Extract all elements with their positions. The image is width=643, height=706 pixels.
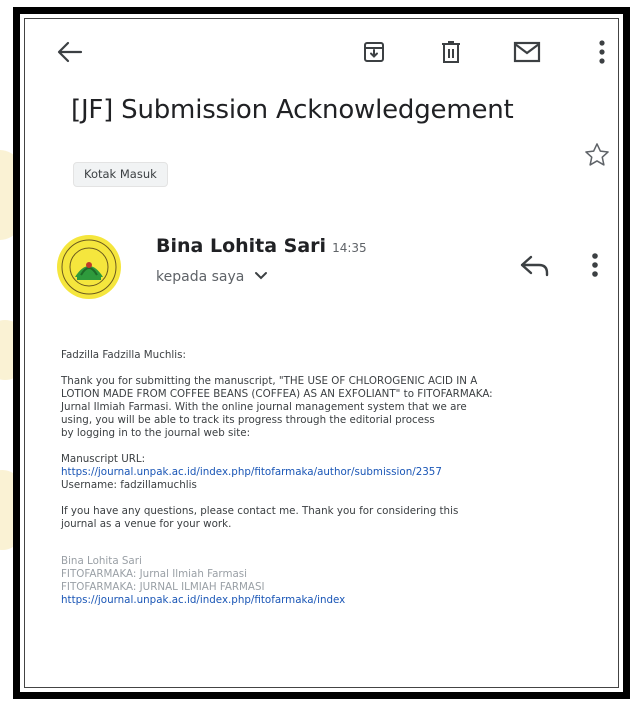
- paragraph-line: using, you will be able to track its pro…: [61, 414, 435, 426]
- manuscript-info: Manuscript URL: https://journal.unpak.ac…: [61, 453, 591, 492]
- signature-journal: FITOFARMAKA: Jurnal Ilmiah Farmasi: [61, 568, 248, 580]
- manuscript-url-label: Manuscript URL:: [61, 453, 146, 465]
- recipient-toggle[interactable]: kepada saya: [156, 269, 268, 285]
- email-signature: Bina Lohita Sari FITOFARMAKA: Jurnal Ilm…: [61, 555, 591, 607]
- email-paragraph: Thank you for submitting the manuscript,…: [61, 375, 591, 440]
- email-closing: If you have any questions, please contac…: [61, 505, 591, 531]
- paragraph-line: LOTION MADE FROM COFFEE BEANS (COFFEA) A…: [61, 388, 493, 400]
- archive-icon[interactable]: [359, 37, 389, 67]
- email-greeting: Fadzilla Fadzilla Muchlis:: [61, 349, 186, 361]
- username-text: Username: fadzillamuchlis: [61, 479, 197, 491]
- email-subject: [JF] Submission Acknowledgement: [71, 95, 514, 125]
- signature-name: Bina Lohita Sari: [61, 555, 142, 567]
- email-view: [JF] Submission Acknowledgement Kotak Ma…: [24, 18, 619, 688]
- reply-icon[interactable]: [519, 253, 553, 283]
- recipient-label: kepada saya: [156, 269, 245, 285]
- signature-url-link[interactable]: https://journal.unpak.ac.id/index.php/fi…: [61, 594, 591, 607]
- chevron-down-icon: [254, 269, 268, 285]
- closing-line: If you have any questions, please contac…: [61, 505, 459, 517]
- email-body: Fadzilla Fadzilla Muchlis: Thank you for…: [61, 349, 591, 620]
- paragraph-line: by logging in to the journal web site:: [61, 427, 251, 439]
- sender-avatar: [57, 235, 121, 299]
- arrow-left-icon[interactable]: [55, 37, 85, 67]
- sender-name: Bina Lohita Sari 14:35: [156, 235, 367, 257]
- signature-journal-upper: FITOFARMAKA: JURNAL ILMIAH FARMASI: [61, 581, 265, 593]
- mail-icon[interactable]: [512, 37, 542, 67]
- label-chip-inbox[interactable]: Kotak Masuk: [73, 162, 168, 187]
- sender-time: 14:35: [332, 241, 367, 255]
- toolbar: [25, 19, 618, 77]
- sender-name-text: Bina Lohita Sari: [156, 235, 327, 257]
- closing-line: journal as a venue for your work.: [61, 518, 232, 530]
- star-outline-icon[interactable]: [583, 141, 613, 171]
- paragraph-line: Thank you for submitting the manuscript,…: [61, 375, 478, 387]
- email-view-frame: [JF] Submission Acknowledgement Kotak Ma…: [13, 7, 630, 699]
- trash-icon[interactable]: [436, 37, 466, 67]
- more-vert-icon[interactable]: [591, 251, 611, 285]
- more-vert-icon[interactable]: [587, 37, 617, 67]
- paragraph-line: Jurnal Ilmiah Farmasi. With the online j…: [61, 401, 467, 413]
- manuscript-url-link[interactable]: https://journal.unpak.ac.id/index.php/fi…: [61, 466, 591, 479]
